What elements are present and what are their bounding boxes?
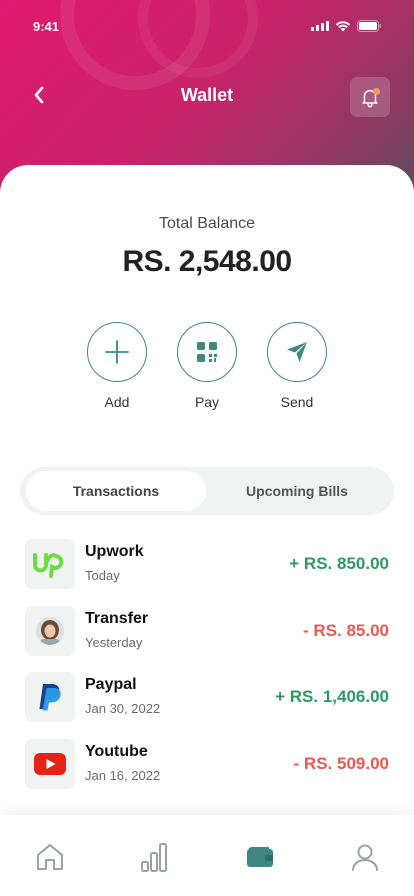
profile-icon [352,844,378,871]
transaction-name: Paypal [85,676,137,693]
nav-home[interactable] [30,839,70,875]
send-icon [287,342,307,362]
add-label: Add [104,394,130,410]
upwork-logo-icon [25,539,75,589]
add-button-circle [87,322,147,382]
notifications-button[interactable] [350,77,390,117]
status-bar: 9:41 [0,0,414,50]
notification-dot [373,88,380,95]
transaction-amount: + RS. 1,406.00 [275,687,389,706]
paypal-logo-icon [25,672,75,722]
battery-icon [357,20,381,32]
transaction-name: Upwork [85,543,144,560]
transaction-date: Jan 30, 2022 [85,701,161,716]
wallet-card: Total Balance RS. 2,548.00 Add Pay Send … [0,165,414,896]
tab-upcoming-bills[interactable]: Upcoming Bills [206,471,388,511]
person-avatar [25,605,75,656]
youtube-logo-icon [25,738,75,789]
nav-profile[interactable] [345,839,385,875]
list-item[interactable]: Youtube Jan 16, 2022 - RS. 509.00 [25,737,389,804]
transaction-date: Today [85,568,120,583]
transaction-amount: + RS. 850.00 [289,554,389,573]
transaction-name: Transfer [85,609,149,627]
bottom-navigation [0,815,414,896]
send-button[interactable]: Send [257,322,337,410]
transaction-name: Youtube [85,742,148,760]
balance-amount: RS. 2,548.00 [122,245,292,278]
balance-label: Total Balance [158,215,256,232]
top-navigation-bar: Wallet [0,72,414,120]
nav-wallet[interactable] [240,839,280,875]
transaction-amount: - RS. 85.00 [303,620,389,640]
transaction-date: Jan 16, 2022 [85,767,161,783]
send-label: Send [280,394,314,410]
plus-icon [105,340,129,364]
add-button[interactable]: Add [77,322,157,410]
cellular-signal-icon [311,21,329,31]
nav-statistics[interactable] [134,839,174,875]
send-button-circle [267,322,327,382]
home-icon [37,844,63,870]
wifi-icon [335,20,351,31]
transaction-amount: - RS. 509.00 [293,753,389,773]
pay-button[interactable]: Pay [167,322,247,410]
quick-actions: Add Pay Send [0,322,414,412]
transactions-list: Upwork Today + RS. 850.00 Transfer Yeste… [25,537,389,803]
pay-label: Pay [194,394,220,410]
wallet-icon [247,847,273,867]
status-time: 9:41 [33,19,60,34]
qr-code-icon [197,342,217,362]
transaction-date: Yesterday [85,634,143,650]
status-icons [311,20,382,32]
pay-button-circle [177,322,237,382]
tab-transactions[interactable]: Transactions [26,471,206,511]
list-item[interactable]: Upwork Today + RS. 850.00 [25,537,389,604]
bar-chart-icon [141,843,167,872]
list-item[interactable]: Paypal Jan 30, 2022 + RS. 1,406.00 [25,670,389,737]
list-item[interactable]: Transfer Yesterday - RS. 85.00 [25,604,389,671]
tab-bar: Transactions Upcoming Bills [20,467,394,515]
